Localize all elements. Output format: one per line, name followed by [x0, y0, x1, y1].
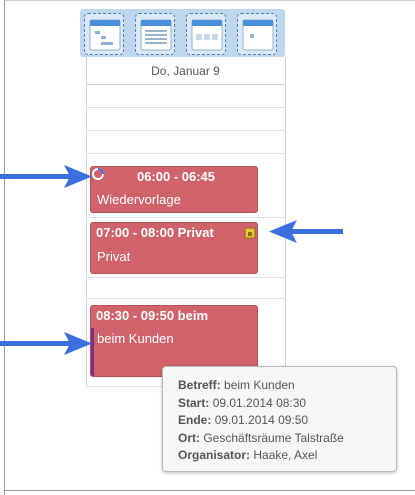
- calendar-event-wiedervorlage[interactable]: 06:00 - 06:45 Wiedervorlage: [90, 166, 258, 213]
- tooltip-row-subject: Betreff: beim Kunden: [178, 378, 295, 392]
- tooltip-row-organizer: Organisator: Haake, Axel: [178, 448, 318, 462]
- event-time: 08:30 - 09:50 beim: [96, 308, 209, 323]
- tooltip-row-location: Ort: Geschäftsräume Talstraße: [178, 430, 344, 445]
- view-toolbar: [80, 9, 285, 57]
- pointer-arrow-left: [269, 220, 343, 243]
- pointer-arrow-right: [0, 332, 92, 355]
- frame-top-border: [4, 0, 415, 1]
- hour-line: [86, 298, 285, 299]
- private-lock-icon: [244, 227, 256, 239]
- hour-line: [86, 217, 285, 218]
- list-view-icon: [140, 19, 172, 51]
- hour-line: [86, 386, 162, 387]
- hour-line: [86, 130, 285, 131]
- three-day-view-button[interactable]: [186, 13, 226, 55]
- tooltip-row-end: Ende: 09.01.2014 09:50: [178, 413, 309, 427]
- day-header: Do, Januar 9: [86, 58, 285, 85]
- week-view-button[interactable]: [237, 13, 277, 55]
- pointer-arrow-right: [0, 165, 92, 188]
- event-subject: beim Kunden: [97, 331, 174, 346]
- three-column-calendar-icon: [191, 19, 223, 51]
- event-time: 06:00 - 06:45: [136, 169, 216, 184]
- event-subject: Wiedervorlage: [97, 192, 181, 207]
- frame-bottom-border: [4, 490, 415, 491]
- calendar-event-privat[interactable]: 07:00 - 08:00 Privat Privat: [90, 222, 258, 274]
- week-calendar-icon: [242, 19, 274, 51]
- day-view-button[interactable]: [84, 13, 124, 55]
- day-calendar-icon: [89, 19, 121, 51]
- event-tooltip: Betreff: beim Kunden Start: 09.01.2014 0…: [162, 366, 397, 472]
- tooltip-row-start: Start: 09.01.2014 08:30: [178, 395, 307, 410]
- list-view-button[interactable]: [135, 13, 175, 55]
- hour-line: [86, 153, 285, 154]
- event-time: 07:00 - 08:00 Privat: [96, 225, 214, 240]
- hour-line: [86, 277, 285, 278]
- frame-left-border: [4, 0, 5, 495]
- hour-line: [86, 107, 285, 108]
- event-subject: Privat: [97, 249, 131, 264]
